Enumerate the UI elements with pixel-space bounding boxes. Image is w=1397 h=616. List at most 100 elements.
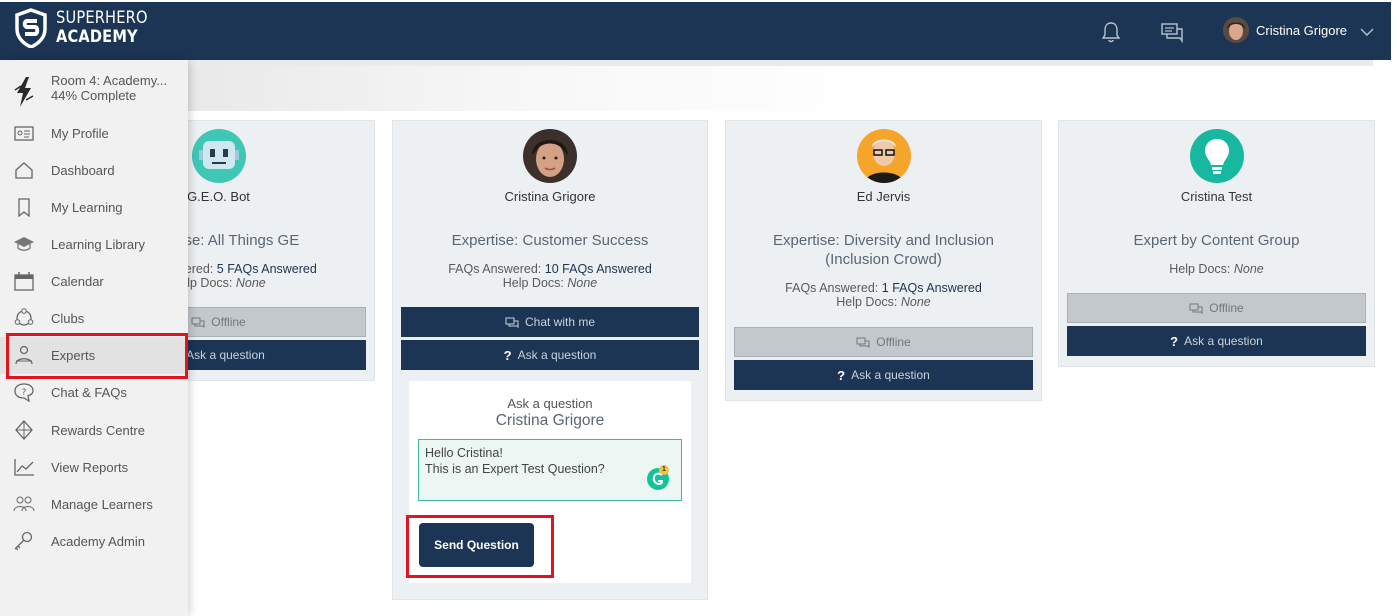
expert-card-ed-jervis: Ed Jervis Expertise: Diversity and Inclu… [725,120,1042,401]
diamond-icon [15,420,33,440]
header-fade [188,66,1373,111]
expert-name: Ed Jervis [856,189,911,204]
brand-line1: SUPERHERO [56,8,148,28]
question-input[interactable]: Hello Cristina! This is an Expert Test Q… [418,439,682,501]
docs-value: None [1233,262,1264,276]
bell-icon[interactable] [1099,21,1123,43]
faqs-value: 1 FAQs Answered [881,281,982,295]
sidebar-item-label: Dashboard [51,163,115,178]
docs-value: None [567,276,598,290]
svg-text:?: ? [22,388,27,398]
expert-name: Cristina Grigore [504,189,596,204]
home-icon [15,162,33,179]
ask-question-button[interactable]: ? Ask a question [401,340,699,370]
ask-label: Ask a question [851,368,930,382]
ask-question-button[interactable]: ? Ask a question [1067,326,1366,356]
sidebar-item-clubs[interactable]: Clubs [0,300,188,337]
expert-expertise: Expertise: Diversity and Inclusion (Incl… [736,231,1031,269]
user-name: Cristina Grigore [1256,22,1348,38]
question-mark-icon: ? [503,347,512,363]
top-navbar: SUPERHERO ACADEMY Cristina Grigore [0,2,1391,60]
ask-panel-expert-name: Cristina Grigore [495,412,605,429]
sidebar-item-label: Calendar [51,274,104,289]
shield-logo-icon [15,8,47,48]
expert-expertise: Expertise: Customer Success [451,232,649,249]
expertise-line1: Expertise: Diversity and Inclusion [773,232,994,249]
faqs-value: 5 FAQs Answered [216,262,317,276]
sidebar-item-label: My Learning [51,200,123,215]
chat-with-me-button[interactable]: Chat with me [401,307,699,337]
offline-button[interactable]: Offline [734,327,1033,357]
expert-expertise: Expert by Content Group [1133,232,1300,249]
sidebar-item-chat-faqs[interactable]: ? Chat & FAQs [0,374,188,411]
faqs-value: 10 FAQs Answered [544,262,652,276]
sidebar-item-label: Rewards Centre [51,423,145,438]
brand-line2: ACADEMY [56,27,138,47]
expertise-line2: (Inclusion Crowd) [825,251,942,268]
sidebar-item-my-learning[interactable]: My Learning [0,189,188,226]
people-icon [13,496,35,512]
current-room[interactable]: Room 4: Academy... 44% Complete [0,70,188,110]
docs-value: None [900,295,931,309]
status-label: Offline [1209,301,1244,315]
grammarly-count-badge: 1 [659,465,669,475]
chat-icon[interactable] [1160,21,1184,43]
expert-avatar [191,129,246,183]
expert-help-docs: Help Docs: None [393,276,707,291]
status-label: Chat with me [524,315,596,329]
expert-help-docs: Help Docs: None [1059,262,1374,277]
sidebar-item-view-reports[interactable]: View Reports [0,449,188,486]
expert-avatar [1189,129,1244,183]
key-icon [14,531,33,551]
docs-label: Help Docs: [836,295,898,309]
sidebar-item-label: Learning Library [51,237,145,252]
sidebar-item-label: View Reports [51,460,129,475]
question-mark-icon: ? [1170,333,1179,349]
sidebar-item-dashboard[interactable]: Dashboard [0,152,188,189]
expert-name: Cristina Test [1180,189,1253,204]
sidebar-item-label: My Profile [51,126,109,141]
user-avatar [1223,17,1249,43]
status-label: Offline [876,335,911,349]
graduation-cap-icon [14,237,34,251]
sidebar-item-rewards-centre[interactable]: Rewards Centre [0,412,188,449]
brand-name: SUPERHERO ACADEMY [56,9,148,47]
ask-question-button[interactable]: ? Ask a question [734,360,1033,390]
chevron-down-icon[interactable] [1360,28,1374,37]
room-title: Room 4: Academy... [51,73,168,88]
expert-help-docs: Help Docs: None [726,295,1041,310]
expert-faqs: FAQs Answered: 10 FAQs Answered [393,262,707,277]
ask-label: Ask a question [517,348,597,362]
faqs-label: FAQs Answered: [448,262,542,276]
experts-highlight [6,333,188,379]
profile-card-icon [14,126,34,141]
sidebar-item-label: Academy Admin [51,534,145,549]
brand-logo[interactable]: SUPERHERO ACADEMY [14,8,163,48]
docs-label: Help Docs: [502,276,564,290]
clubs-icon [14,308,34,326]
question-mark-icon: ? [837,367,846,383]
sidebar-item-academy-admin[interactable]: Academy Admin [0,523,188,560]
ask-label: Ask a question [1184,334,1263,348]
sidebar-item-calendar[interactable]: Calendar [0,263,188,300]
calendar-icon [14,272,34,291]
send-button-highlight [406,515,554,578]
faqs-label: FAQs Answered: [785,281,879,295]
offline-button[interactable]: Offline [1067,293,1366,323]
chat-small-icon [856,337,870,348]
lightning-icon [14,77,34,107]
docs-label: Help Docs: [1169,262,1231,276]
user-menu[interactable]: Cristina Grigore [1223,17,1347,43]
page: SUPERHERO ACADEMY Cristina Grigore G.E.O… [0,0,1397,616]
line-chart-icon [14,459,34,476]
room-progress: 44% Complete [51,88,137,103]
question-bubble-icon: ? [14,383,34,402]
sidebar-item-manage-learners[interactable]: Manage Learners [0,486,188,523]
sidebar-item-my-profile[interactable]: My Profile [0,115,188,152]
sidebar-item-label: Clubs [51,311,85,326]
sidebar-item-learning-library[interactable]: Learning Library [0,226,188,263]
ask-label: Ask a question [186,348,265,362]
expert-faqs: FAQs Answered: 1 FAQs Answered [726,281,1041,296]
expert-card-cristina-test: Cristina Test Expert by Content Group He… [1058,120,1375,367]
expert-avatar [856,129,911,183]
